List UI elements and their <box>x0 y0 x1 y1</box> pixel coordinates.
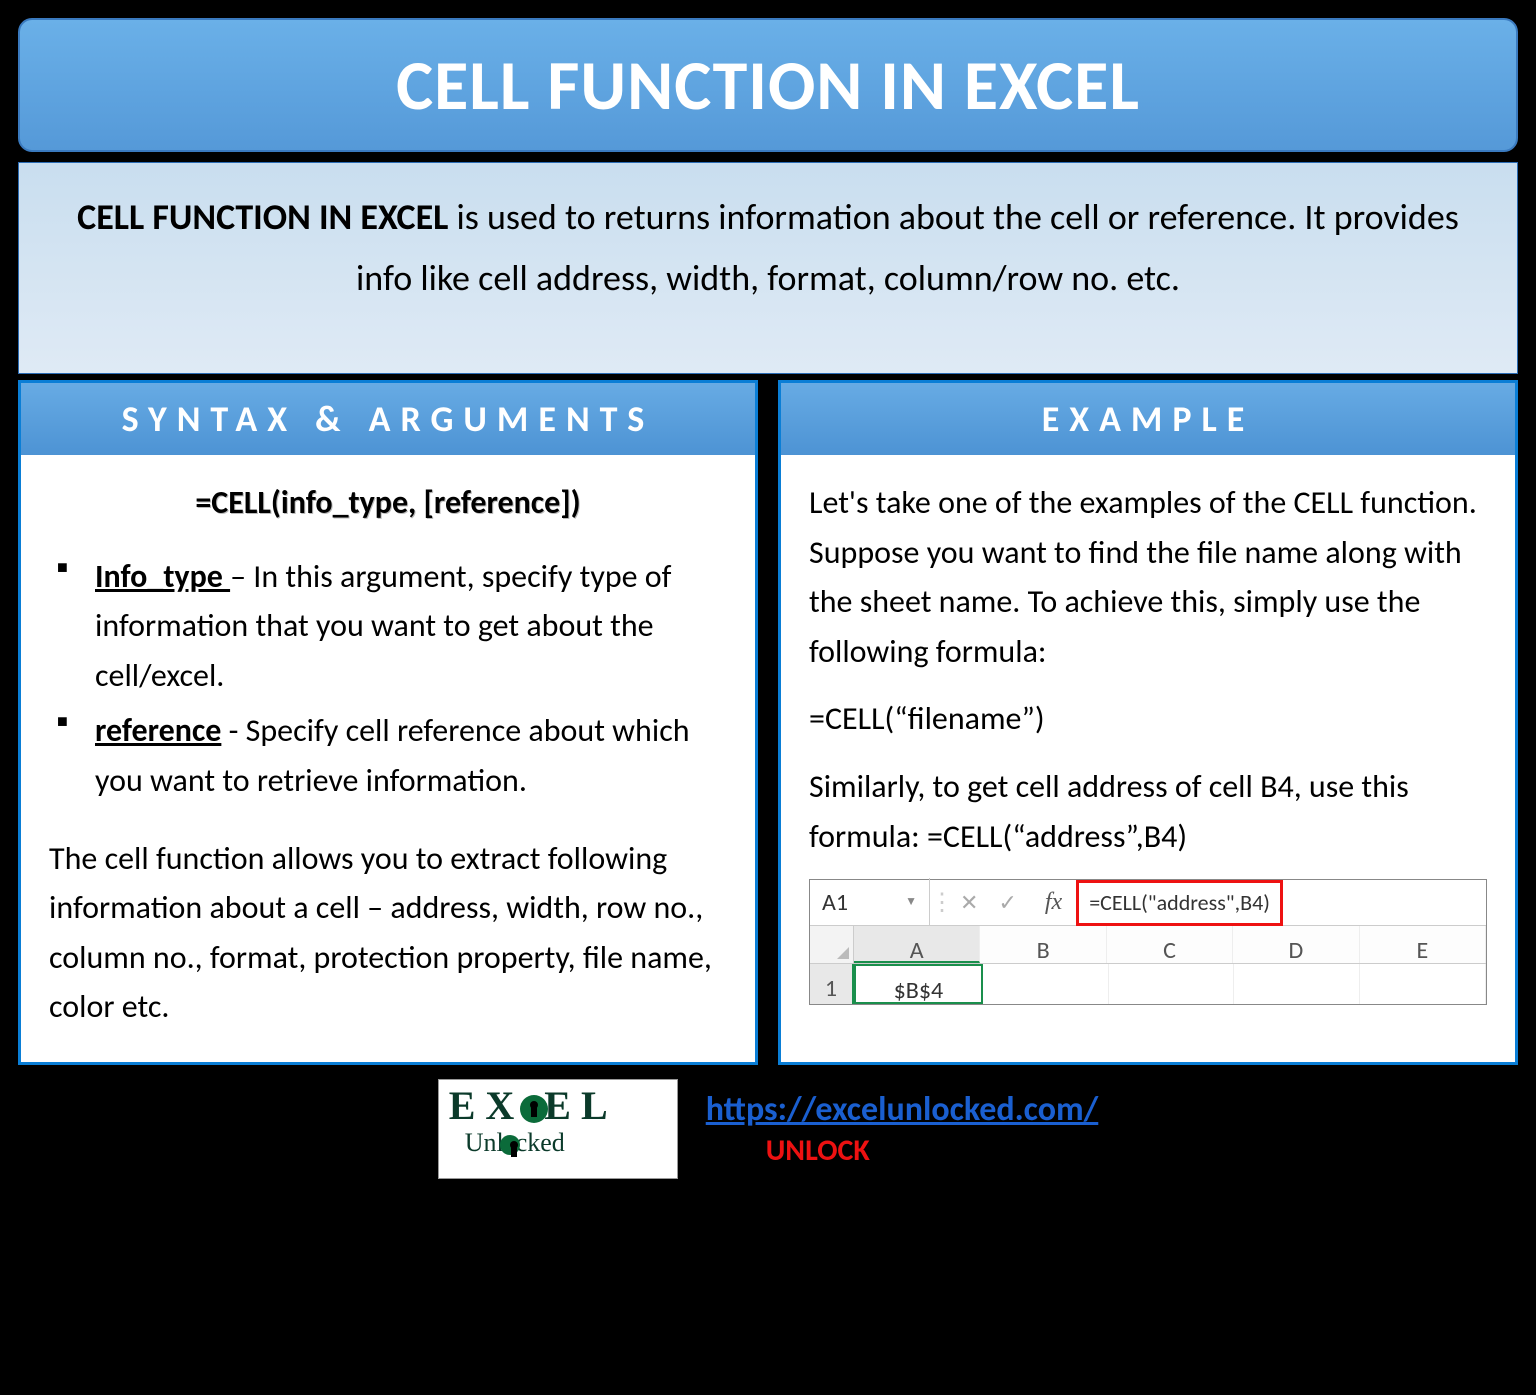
syntax-panel: SYNTAX & ARGUMENTS =CELL(info_type, [ref… <box>18 380 758 1065</box>
confirm-icon: ✓ <box>998 886 1016 920</box>
syntax-body: =CELL(info_type, [reference]) Info_type … <box>21 456 755 1062</box>
argument-name: Info_type <box>95 557 230 596</box>
logo-main-text: EXEL <box>449 1086 667 1126</box>
logo-sub-text: Unlcked <box>465 1128 565 1158</box>
name-box: A1 ▼ <box>810 878 930 927</box>
keyhole-icon <box>500 1135 520 1155</box>
column-header: A <box>854 926 980 963</box>
argument-list: Info_type – In this argument, specify ty… <box>49 552 727 806</box>
column-header: C <box>1107 926 1233 963</box>
formula-bar-row: A1 ▼ ⋮ ✕ ✓ fx =CELL("address",B4) <box>810 880 1486 926</box>
separator-icon: ⋮ <box>930 884 946 921</box>
keyhole-icon <box>520 1095 548 1123</box>
select-all-corner <box>810 926 854 963</box>
grid-row: 1 $B$4 <box>810 964 1486 1004</box>
excel-screenshot: A1 ▼ ⋮ ✕ ✓ fx =CELL("address",B4) A B C <box>809 879 1487 1005</box>
name-box-value: A1 <box>822 884 848 921</box>
example-formula-1: =CELL(“filename”) <box>809 694 1487 744</box>
formula-bar-value: =CELL("address",B4) <box>1076 880 1283 926</box>
example-body: Let's take one of the examples of the CE… <box>781 456 1515 1035</box>
cell <box>1234 964 1360 1004</box>
example-paragraph-1: Let's take one of the examples of the CE… <box>809 478 1487 676</box>
intro-box: CELL FUNCTION IN EXCEL is used to return… <box>18 162 1518 374</box>
fx-icon: fx <box>1031 884 1076 921</box>
intro-text: is used to returns information about the… <box>356 195 1459 300</box>
column-header: D <box>1233 926 1359 963</box>
column-headers: A B C D E <box>810 926 1486 964</box>
example-header: EXAMPLE <box>781 383 1515 456</box>
intro-lead: CELL FUNCTION IN EXCEL <box>77 195 448 239</box>
syntax-formula: =CELL(info_type, [reference]) <box>49 478 727 528</box>
argument-item: reference - Specify cell reference about… <box>57 706 727 805</box>
logo: EXEL Unlcked <box>438 1079 678 1179</box>
row-number: 1 <box>810 964 854 1004</box>
page-title: CELL FUNCTION IN EXCEL <box>18 18 1518 152</box>
argument-name: reference <box>95 711 221 750</box>
column-header: E <box>1360 926 1486 963</box>
argument-item: Info_type – In this argument, specify ty… <box>57 552 727 701</box>
cancel-icon: ✕ <box>960 886 978 920</box>
formula-bar-icons: ✕ ✓ <box>946 886 1031 920</box>
footer: EXEL Unlcked https://excelunlocked.com/ … <box>18 1079 1518 1179</box>
syntax-header: SYNTAX & ARGUMENTS <box>21 383 755 456</box>
cell <box>1109 964 1235 1004</box>
footer-text-block: https://excelunlocked.com/ UNLOCK <box>706 1089 1099 1169</box>
column-header: B <box>980 926 1106 963</box>
footer-unlock-text: UNLOCK <box>706 1132 1099 1169</box>
cell <box>983 964 1109 1004</box>
cell-a1: $B$4 <box>854 964 983 1004</box>
cell <box>1360 964 1486 1004</box>
example-panel: EXAMPLE Let's take one of the examples o… <box>778 380 1518 1065</box>
footer-link[interactable]: https://excelunlocked.com/ <box>706 1089 1099 1130</box>
two-column-layout: SYNTAX & ARGUMENTS =CELL(info_type, [ref… <box>18 380 1518 1065</box>
example-paragraph-2: Similarly, to get cell address of cell B… <box>809 762 1487 861</box>
syntax-note: The cell function allows you to extract … <box>49 834 727 1032</box>
dropdown-icon: ▼ <box>905 893 917 912</box>
